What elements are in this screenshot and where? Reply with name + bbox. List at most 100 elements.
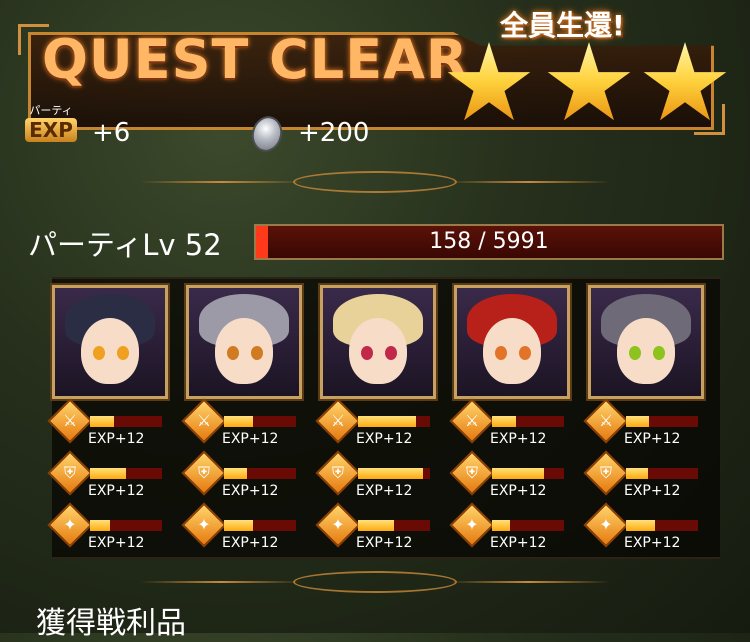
stat-exp-bar-fill <box>492 416 516 427</box>
sword-icon: ⚔ <box>47 398 93 444</box>
stat-exp-label: EXP+12 <box>222 483 279 499</box>
stat-exp-bar <box>358 520 430 531</box>
stat-row: ✦ EXP+12 <box>181 502 320 557</box>
stat-row: ⛨ EXP+12 <box>583 450 722 505</box>
stat-exp-label: EXP+12 <box>490 431 547 447</box>
character-column-2: ⚔ EXP+12 ⛨ EXP+12 ✦ EXP+12 <box>181 279 320 557</box>
scroll-icon: ✦ <box>449 502 495 548</box>
portrait-eye <box>117 346 129 360</box>
portrait-face <box>215 318 273 384</box>
scroll-icon: ✦ <box>583 502 629 548</box>
sword-icon: ⚔ <box>315 398 361 444</box>
stat-row: ✦ EXP+12 <box>449 502 588 557</box>
portrait-eye <box>361 346 373 360</box>
stat-exp-bar-fill <box>492 468 544 479</box>
party-level-label: パーティLv 52 <box>28 228 222 262</box>
stat-exp-bar <box>224 520 296 531</box>
portrait-eye <box>519 346 531 360</box>
stat-exp-label: EXP+12 <box>490 483 547 499</box>
stat-exp-bar-fill <box>90 416 114 427</box>
stat-exp-label: EXP+12 <box>88 431 145 447</box>
stat-exp-label: EXP+12 <box>624 483 681 499</box>
stat-row: ⛨ EXP+12 <box>181 450 320 505</box>
armor-icon: ⛨ <box>449 450 495 496</box>
all-survived-label: 全員生還! <box>500 9 625 42</box>
character-portrait-5[interactable] <box>588 285 704 399</box>
stat-exp-bar <box>224 468 296 479</box>
character-portrait-4[interactable] <box>454 285 570 399</box>
portrait-eye <box>93 346 105 360</box>
sword-icon: ⚔ <box>181 398 227 444</box>
stat-exp-bar <box>90 416 162 427</box>
portrait-face <box>349 318 407 384</box>
stat-exp-bar-fill <box>626 468 648 479</box>
armor-icon: ⛨ <box>315 450 361 496</box>
stat-exp-bar <box>358 468 430 479</box>
scroll-icon: ✦ <box>181 502 227 548</box>
stat-row: ✦ EXP+12 <box>315 502 454 557</box>
scroll-icon: ✦ <box>315 502 361 548</box>
ornament-divider-top <box>140 170 610 194</box>
armor-icon: ⛨ <box>181 450 227 496</box>
stat-row: ⚔ EXP+12 <box>583 398 722 453</box>
stat-exp-label: EXP+12 <box>222 431 279 447</box>
stat-exp-bar-fill <box>90 520 111 531</box>
stat-exp-bar-fill <box>224 416 253 427</box>
stat-exp-bar-fill <box>224 468 248 479</box>
sword-icon: ⚔ <box>449 398 495 444</box>
stat-exp-bar-fill <box>358 520 394 531</box>
stat-exp-bar <box>626 416 698 427</box>
stat-exp-bar-fill <box>358 468 423 479</box>
party-exp-text: 158 / 5991 <box>429 229 549 254</box>
sword-icon: ⚔ <box>583 398 629 444</box>
loot-heading: 獲得戦利品 <box>36 606 186 641</box>
portrait-face <box>617 318 675 384</box>
armor-icon: ⛨ <box>583 450 629 496</box>
stat-row: ⚔ EXP+12 <box>181 398 320 453</box>
stat-exp-label: EXP+12 <box>88 483 145 499</box>
exp-badge-label: EXP <box>25 118 77 142</box>
stat-exp-label: EXP+12 <box>624 431 681 447</box>
party-exp-small-label: パーティ <box>29 104 73 117</box>
character-panel: ⚔ EXP+12 ⛨ EXP+12 ✦ EXP+12 ⚔ EXP+12 ⛨ EXP+12 ✦ EXP+… <box>47 277 722 559</box>
ornament-divider-bottom <box>140 570 610 594</box>
party-exp-badge-icon: パーティ EXP <box>24 104 78 156</box>
stat-row: ⚔ EXP+12 <box>47 398 186 453</box>
stat-exp-label: EXP+12 <box>356 535 413 551</box>
party-exp-value: +6 <box>92 118 131 148</box>
character-portrait-1[interactable] <box>52 285 168 399</box>
stat-exp-label: EXP+12 <box>356 483 413 499</box>
stat-exp-bar <box>90 468 162 479</box>
character-column-5: ⚔ EXP+12 ⛨ EXP+12 ✦ EXP+12 <box>583 279 722 557</box>
stat-exp-bar-fill <box>90 468 126 479</box>
stat-row: ⛨ EXP+12 <box>315 450 454 505</box>
party-exp-bar: 158 / 5991 <box>254 224 724 260</box>
portrait-eye <box>227 346 239 360</box>
character-portrait-3[interactable] <box>320 285 436 399</box>
stat-exp-bar <box>492 520 564 531</box>
stat-row: ⛨ EXP+12 <box>47 450 186 505</box>
coin-value: +200 <box>298 118 370 148</box>
stat-exp-bar <box>492 468 564 479</box>
stat-row: ✦ EXP+12 <box>583 502 722 557</box>
quest-clear-title: QUEST CLEAR <box>42 28 469 91</box>
character-portrait-2[interactable] <box>186 285 302 399</box>
stat-exp-bar-fill <box>492 520 510 531</box>
stat-exp-bar <box>626 468 698 479</box>
stat-exp-bar <box>90 520 162 531</box>
stat-row: ✦ EXP+12 <box>47 502 186 557</box>
armor-icon: ⛨ <box>47 450 93 496</box>
portrait-eye <box>653 346 665 360</box>
stat-exp-label: EXP+12 <box>356 431 413 447</box>
stat-row: ⚔ EXP+12 <box>449 398 588 453</box>
stat-exp-bar-fill <box>358 416 416 427</box>
portrait-eye <box>495 346 507 360</box>
stat-exp-label: EXP+12 <box>88 535 145 551</box>
stat-exp-label: EXP+12 <box>222 535 279 551</box>
portrait-face <box>81 318 139 384</box>
portrait-eye <box>629 346 641 360</box>
stat-row: ⛨ EXP+12 <box>449 450 588 505</box>
stat-exp-bar <box>626 520 698 531</box>
character-column-1: ⚔ EXP+12 ⛨ EXP+12 ✦ EXP+12 <box>47 279 186 557</box>
stat-exp-bar <box>224 416 296 427</box>
